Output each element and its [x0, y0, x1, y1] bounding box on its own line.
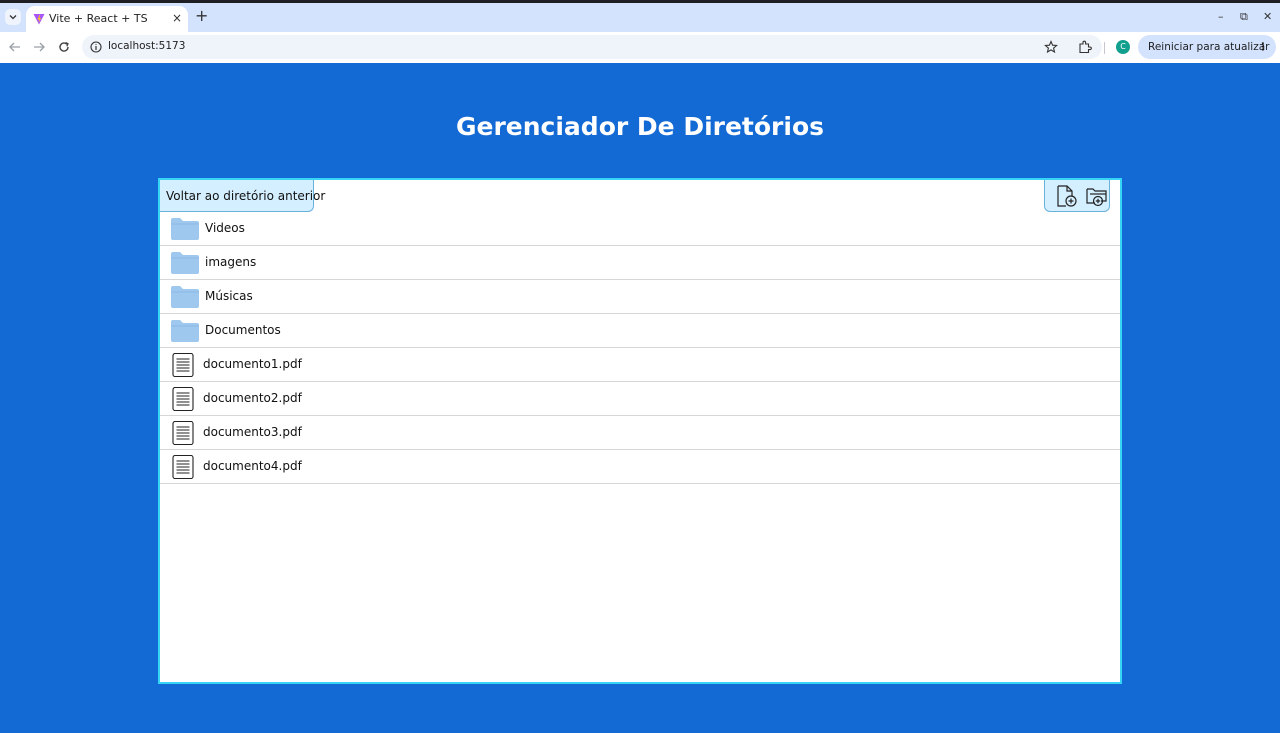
list-item[interactable]: documento3.pdf [160, 416, 1120, 450]
minimize-icon[interactable]: – [1218, 11, 1224, 23]
chevron-down-icon [9, 15, 17, 20]
extensions-puzzle-icon[interactable] [1078, 40, 1092, 54]
item-name: documento3.pdf [203, 425, 302, 439]
list-item[interactable]: documento4.pdf [160, 450, 1120, 484]
bookmark-star-icon[interactable] [1044, 40, 1058, 54]
directory-list: Videos imagens Músicas Documentos docume… [160, 212, 1120, 484]
tab-search-button[interactable] [5, 9, 21, 25]
directory-panel: Voltar ao diretório anterior Videos imag… [158, 178, 1122, 684]
tab-title: Vite + React + TS [49, 12, 148, 25]
list-item[interactable]: Documentos [160, 314, 1120, 348]
file-icon [172, 353, 194, 377]
back-directory-button[interactable]: Voltar ao diretório anterior [160, 180, 325, 212]
file-icon [172, 421, 194, 445]
folder-icon [171, 286, 199, 308]
item-name: Músicas [205, 289, 253, 303]
item-name: documento1.pdf [203, 357, 302, 371]
address-bar[interactable]: localhost:5173 [82, 35, 1102, 59]
folder-icon [171, 320, 199, 342]
folder-icon [171, 252, 199, 274]
restore-icon[interactable]: ⧉ [1240, 11, 1248, 23]
update-button-label: Reiniciar para atualizar [1148, 41, 1270, 53]
new-file-icon[interactable] [1054, 184, 1078, 208]
list-item[interactable]: documento1.pdf [160, 348, 1120, 382]
tab-bar: Vite + React + TS × + – ⧉ ✕ [0, 3, 1280, 32]
url-text[interactable]: localhost:5173 [108, 40, 185, 52]
site-info-icon[interactable] [90, 41, 102, 53]
browser-toolbar: localhost:5173 C Reiniciar para atualiza… [0, 32, 1280, 63]
file-icon [172, 455, 194, 479]
vite-logo-icon [33, 14, 45, 25]
browser-tab[interactable]: Vite + React + TS × [26, 6, 188, 32]
new-folder-icon[interactable] [1085, 184, 1109, 208]
menu-dots-icon[interactable]: ⋮ [1258, 35, 1269, 59]
toolbar-divider [1104, 42, 1105, 54]
profile-avatar[interactable]: C [1116, 40, 1130, 54]
close-window-icon[interactable]: ✕ [1263, 11, 1272, 23]
new-tab-button[interactable]: + [195, 8, 208, 24]
page-title: Gerenciador De Diretórios [455, 112, 825, 141]
tab-close-icon[interactable]: × [172, 11, 182, 25]
list-item[interactable]: documento2.pdf [160, 382, 1120, 416]
item-name: documento4.pdf [203, 459, 302, 473]
list-item[interactable]: imagens [160, 246, 1120, 280]
forward-arrow-icon[interactable] [32, 40, 46, 54]
restart-update-button[interactable]: Reiniciar para atualizar ⋮ [1138, 35, 1276, 59]
item-name: imagens [205, 255, 257, 269]
list-item[interactable]: Videos [160, 212, 1120, 246]
back-arrow-icon[interactable] [8, 40, 22, 54]
folder-icon [171, 218, 199, 240]
item-name: Documentos [205, 323, 281, 337]
list-item[interactable]: Músicas [160, 280, 1120, 314]
reload-icon[interactable] [57, 40, 71, 54]
item-name: Videos [205, 221, 245, 235]
item-name: documento2.pdf [203, 391, 302, 405]
actions-box [1044, 180, 1110, 212]
file-icon [172, 387, 194, 411]
